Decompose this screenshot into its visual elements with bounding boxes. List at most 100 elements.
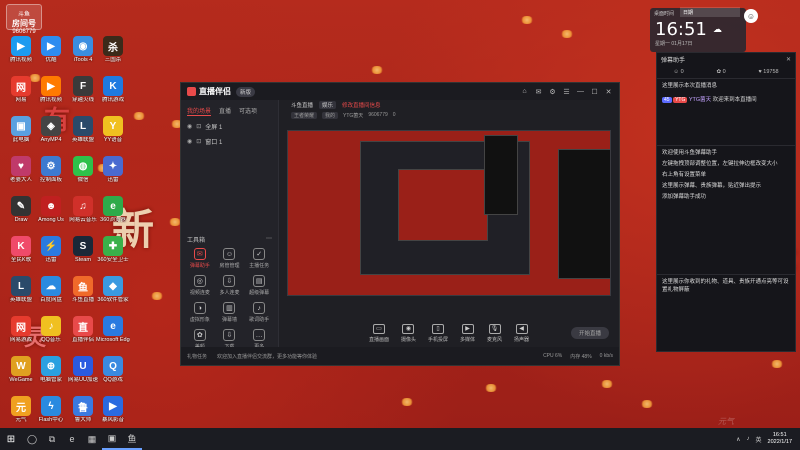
tab-live[interactable]: 直播	[219, 106, 231, 116]
task-view-icon[interactable]: ⧉	[42, 428, 62, 450]
minimize-icon[interactable]: —	[576, 87, 585, 96]
source-button[interactable]: ◉ 摄像头	[401, 323, 416, 343]
desktop-icon[interactable]: ▶ 暴风影音	[96, 396, 130, 423]
desktop-icon[interactable]: ▶ 腾讯视频	[4, 36, 38, 63]
desktop-icon[interactable]: ♥ 老婆大人	[4, 156, 38, 183]
desktop-icon[interactable]: L 英雄联盟	[4, 276, 38, 303]
search-icon[interactable]: ◯	[22, 428, 42, 450]
desktop-icon[interactable]: L 英雄联盟	[66, 116, 100, 143]
desktop-icon[interactable]: K 腾讯游戏	[96, 76, 130, 103]
app-icon[interactable]: ▣	[102, 428, 122, 450]
source-button[interactable]: ▶ 多媒体	[460, 323, 475, 343]
source-button[interactable]: ▯ 手机投屏	[428, 323, 448, 343]
eye-icon[interactable]: ◉	[187, 123, 192, 130]
desktop-icon[interactable]: 元元气	[4, 396, 38, 423]
tool-item[interactable]: ▤ 超级弹幕	[244, 275, 274, 296]
close-icon[interactable]: ✕	[786, 56, 791, 63]
tool-item[interactable]: ⇩ 多人连麦	[215, 275, 245, 296]
desktop-icon[interactable]: ▶ 优酷	[34, 36, 68, 63]
stream-preview[interactable]	[287, 130, 611, 296]
desktop-icon[interactable]: Y YY语音	[96, 116, 130, 143]
settings-icon[interactable]: ⚙	[548, 87, 557, 96]
source-button[interactable]: ◀ 扬声器	[514, 323, 529, 343]
volume-icon[interactable]: ♪	[747, 436, 750, 442]
tool-item[interactable]: ◑ 虚拟形象	[185, 302, 215, 323]
desktop-icon[interactable]: F 穿越火线	[66, 76, 100, 103]
lock-icon[interactable]: ⊡	[196, 138, 201, 145]
tool-item[interactable]: ✉ 弹幕助手	[185, 248, 215, 269]
edit-room-link[interactable]: 修改直播间信息	[342, 101, 381, 109]
desktop-icon[interactable]: 鱼斗鱼直播	[66, 276, 100, 303]
start-live-button[interactable]: 开始直播	[571, 327, 609, 339]
app-title-bar[interactable]: 直播伴侣 新版 ⌂ ✉ ⚙ ☰ — ☐ ✕	[181, 83, 619, 100]
desktop-icon[interactable]: 网网易	[4, 76, 38, 103]
tool-item[interactable]: ▥ 弹幕墙	[215, 302, 245, 323]
my-chip[interactable]: 我的	[322, 111, 339, 119]
scene-item[interactable]: ◉ ⊡ 全屏 1	[181, 119, 278, 134]
explorer-icon[interactable]: ▦	[82, 428, 102, 450]
edge-icon[interactable]: e	[62, 428, 82, 450]
app-icon: ⊕	[41, 356, 61, 376]
game-chip[interactable]: 王者荣耀	[291, 111, 318, 119]
desktop-icon[interactable]: ♫ 网易云音乐	[66, 196, 100, 223]
message-nickname[interactable]: YTG菌天	[689, 97, 711, 103]
desktop-icon[interactable]: ◉ iTools 4	[66, 36, 100, 63]
desktop-icon[interactable]: e 360浏览器	[96, 196, 130, 223]
room-category-chip[interactable]: 娱乐	[319, 101, 337, 109]
mail-icon[interactable]: ✉	[534, 87, 543, 96]
douyu-icon[interactable]: 鱼	[122, 428, 142, 450]
close-icon[interactable]: ✕	[604, 87, 613, 96]
barrage-header[interactable]: 弹幕助手 ✕	[657, 53, 795, 65]
desktop-icon[interactable]: ✚ 360安全卫士	[96, 236, 130, 263]
source-button[interactable]: 🎙 麦克风	[487, 323, 502, 343]
cat-mascot-icon[interactable]: ☺	[744, 9, 758, 23]
desktop-icon[interactable]: ϟ Flash中心	[34, 396, 68, 423]
desktop-icon[interactable]: ✎ Draw	[4, 196, 38, 223]
lock-icon[interactable]: ⊡	[196, 123, 201, 130]
desktop-icon[interactable]: ◆ 360软件管家	[96, 276, 130, 303]
desktop-icon[interactable]: ♪ QQ音乐	[34, 316, 68, 343]
scene-item[interactable]: ◉ ⊡ 窗口 1	[181, 134, 278, 149]
tool-item[interactable]: ♪ 歌词助手	[244, 302, 274, 323]
source-button[interactable]: ▭ 直播画面	[369, 323, 389, 343]
maximize-icon[interactable]: ☐	[590, 87, 599, 96]
home-icon[interactable]: ⌂	[520, 87, 529, 96]
taskbar-clock[interactable]: 16:51 2022/1/17	[768, 432, 792, 446]
desktop-icon[interactable]: ⊕ 电脑管家	[34, 356, 68, 383]
date-search-box[interactable]: 日期	[680, 7, 740, 17]
desktop-icon[interactable]: ☁ 百度网盘	[34, 276, 68, 303]
start-button[interactable]: ⊞	[0, 428, 22, 450]
tray-expand-icon[interactable]: ∧	[736, 436, 740, 443]
desktop-icon[interactable]: Q QQ游戏	[96, 356, 130, 383]
tool-item[interactable]: ☺ 房管管理	[215, 248, 245, 269]
desktop-icon[interactable]: ✦ 迅雷	[96, 156, 130, 183]
tab-options[interactable]: 可选项	[239, 106, 257, 116]
version-badge[interactable]: 新版	[236, 86, 256, 97]
desktop-icon[interactable]: 鲁鲁大师	[66, 396, 100, 423]
desktop-icon[interactable]: W WeGame	[4, 356, 38, 383]
desktop-icon[interactable]: U 网易UU加速	[66, 356, 100, 383]
desktop-icon[interactable]: ◍ 微信	[66, 156, 100, 183]
desktop-icon[interactable]: ◈ AnyMP4	[34, 116, 68, 143]
input-method-icon[interactable]: 英	[756, 435, 762, 444]
eye-icon[interactable]: ◉	[187, 138, 192, 145]
desktop-icon[interactable]: ▶ 腾讯视频	[34, 76, 68, 103]
barrage-assistant-panel[interactable]: 弹幕助手 ✕ ☺ 0 ✿ 0 ♥ 19758 这里展示本次直播消息 45 YTG…	[656, 52, 796, 352]
tab-my-scenes[interactable]: 我的场景	[187, 106, 212, 116]
more-icon[interactable]: ⋯	[266, 235, 272, 244]
desktop-icon[interactable]: 直直播伴侣	[66, 316, 100, 343]
tool-item[interactable]: ✓ 主播任务	[244, 248, 274, 269]
desktop-icon[interactable]: ▣ 此电脑	[4, 116, 38, 143]
gift-task-label[interactable]: 礼物任务	[187, 353, 207, 360]
tool-item[interactable]: ◎ 视频连麦	[185, 275, 215, 296]
menu-icon[interactable]: ☰	[562, 87, 571, 96]
desktop-icon[interactable]: S Steam	[66, 236, 100, 263]
live-companion-window[interactable]: 直播伴侣 新版 ⌂ ✉ ⚙ ☰ — ☐ ✕ 我的场景 直播 可选项 ◉ ⊡ 全屏 1 ◉ ⊡…	[180, 82, 620, 366]
desktop-icon[interactable]: e Microsoft Edge	[96, 316, 130, 343]
desktop-icon[interactable]: ⚙ 控制面板	[34, 156, 68, 183]
desktop-icon[interactable]: ☻ Among Us	[34, 196, 68, 223]
desktop-icon[interactable]: 杀三国杀	[96, 36, 130, 63]
desktop-icon[interactable]: ⚡ 迅雷	[34, 236, 68, 263]
desktop-icon[interactable]: K 全民K歌	[4, 236, 38, 263]
desktop-icon[interactable]: 网网易游戏	[4, 316, 38, 343]
